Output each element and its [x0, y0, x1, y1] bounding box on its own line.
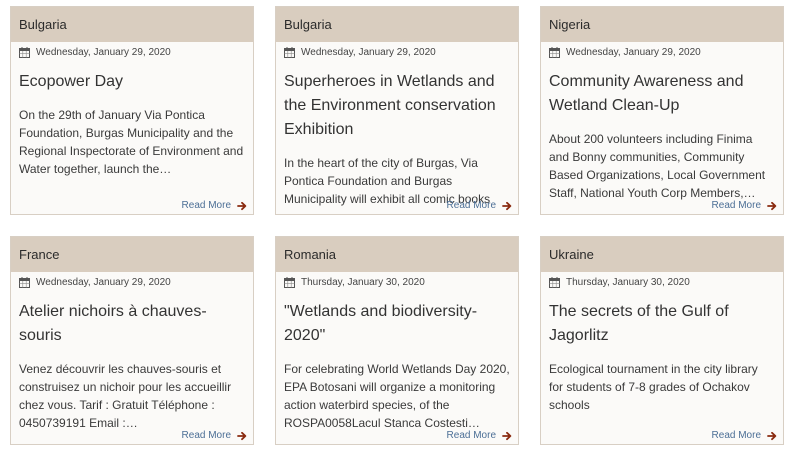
card-title[interactable]: Community Awareness and Wetland Clean-Up [549, 70, 775, 118]
calendar-icon [284, 46, 295, 58]
read-more-link[interactable]: Read More [182, 200, 247, 211]
read-more-link[interactable]: Read More [447, 430, 512, 441]
card-country-header: Romania [276, 237, 518, 272]
card-country: Ukraine [549, 247, 594, 262]
read-more-link[interactable]: Read More [182, 430, 247, 441]
calendar-icon [549, 46, 560, 58]
card-title[interactable]: Ecopower Day [19, 70, 245, 94]
card-date-row: Thursday, January 30, 2020 [549, 276, 783, 288]
read-more-link[interactable]: Read More [712, 200, 777, 211]
card-date-row: Wednesday, January 29, 2020 [19, 276, 253, 288]
read-more-label: Read More [711, 430, 761, 441]
arrow-right-icon [502, 431, 512, 440]
card-title[interactable]: Superheroes in Wetlands and the Environm… [284, 70, 510, 142]
calendar-icon [19, 46, 30, 58]
read-more-label: Read More [446, 200, 496, 211]
event-card[interactable]: Romania Thursday, January 30, 2020 "Wetl… [275, 236, 519, 445]
card-country: Bulgaria [284, 17, 332, 32]
card-excerpt: Venez découvrir les chauves-souris et co… [19, 362, 232, 430]
card-date-row: Wednesday, January 29, 2020 [549, 46, 783, 58]
card-country: Romania [284, 247, 337, 262]
event-card[interactable]: Bulgaria Wednesday, January 29, 2020 Sup… [275, 6, 519, 215]
arrow-right-icon [237, 201, 247, 210]
read-more-label: Read More [181, 430, 231, 441]
read-more-label: Read More [181, 200, 231, 211]
card-date-row: Wednesday, January 29, 2020 [19, 46, 253, 58]
card-country-header: France [11, 237, 253, 272]
card-title[interactable]: The secrets of the Gulf of Jagorlitz [549, 300, 775, 348]
arrow-right-icon [767, 201, 777, 210]
card-country: Nigeria [549, 17, 591, 32]
card-date: Wednesday, January 29, 2020 [566, 46, 701, 58]
arrow-right-icon [502, 201, 512, 210]
card-country-header: Nigeria [541, 7, 783, 42]
read-more-label: Read More [446, 430, 496, 441]
card-date-row: Thursday, January 30, 2020 [284, 276, 518, 288]
arrow-right-icon [237, 431, 247, 440]
event-card[interactable]: France Wednesday, January 29, 2020 Ateli… [10, 236, 254, 445]
card-country-header: Bulgaria [276, 7, 518, 42]
card-country: Bulgaria [19, 17, 67, 32]
card-title[interactable]: Atelier nichoirs à chauves-souris [19, 300, 245, 348]
calendar-icon [549, 276, 560, 288]
card-country-header: Bulgaria [11, 7, 253, 42]
card-date: Wednesday, January 29, 2020 [36, 276, 171, 288]
calendar-icon [19, 276, 30, 288]
event-card[interactable]: Nigeria Wednesday, January 29, 2020 Comm… [540, 6, 784, 215]
card-excerpt: About 200 volunteers including Finima an… [549, 132, 766, 200]
event-card[interactable]: Ukraine Thursday, January 30, 2020 The s… [540, 236, 784, 445]
calendar-icon [284, 276, 295, 288]
card-country: France [19, 247, 60, 262]
read-more-link[interactable]: Read More [712, 430, 777, 441]
read-more-label: Read More [711, 200, 761, 211]
arrow-right-icon [767, 431, 777, 440]
card-date: Thursday, January 30, 2020 [301, 276, 425, 288]
card-date: Wednesday, January 29, 2020 [301, 46, 436, 58]
card-excerpt: On the 29th of January Via Pontica Found… [19, 108, 244, 176]
read-more-link[interactable]: Read More [447, 200, 512, 211]
card-title[interactable]: "Wetlands and biodiversity-2020" [284, 300, 510, 348]
card-excerpt: Ecological tournament in the city librar… [549, 362, 758, 412]
card-date-row: Wednesday, January 29, 2020 [284, 46, 518, 58]
card-date: Wednesday, January 29, 2020 [36, 46, 171, 58]
card-country-header: Ukraine [541, 237, 783, 272]
event-card[interactable]: Bulgaria Wednesday, January 29, 2020 Eco… [10, 6, 254, 215]
card-date: Thursday, January 30, 2020 [566, 276, 690, 288]
card-excerpt: For celebrating World Wetlands Day 2020,… [284, 362, 510, 430]
